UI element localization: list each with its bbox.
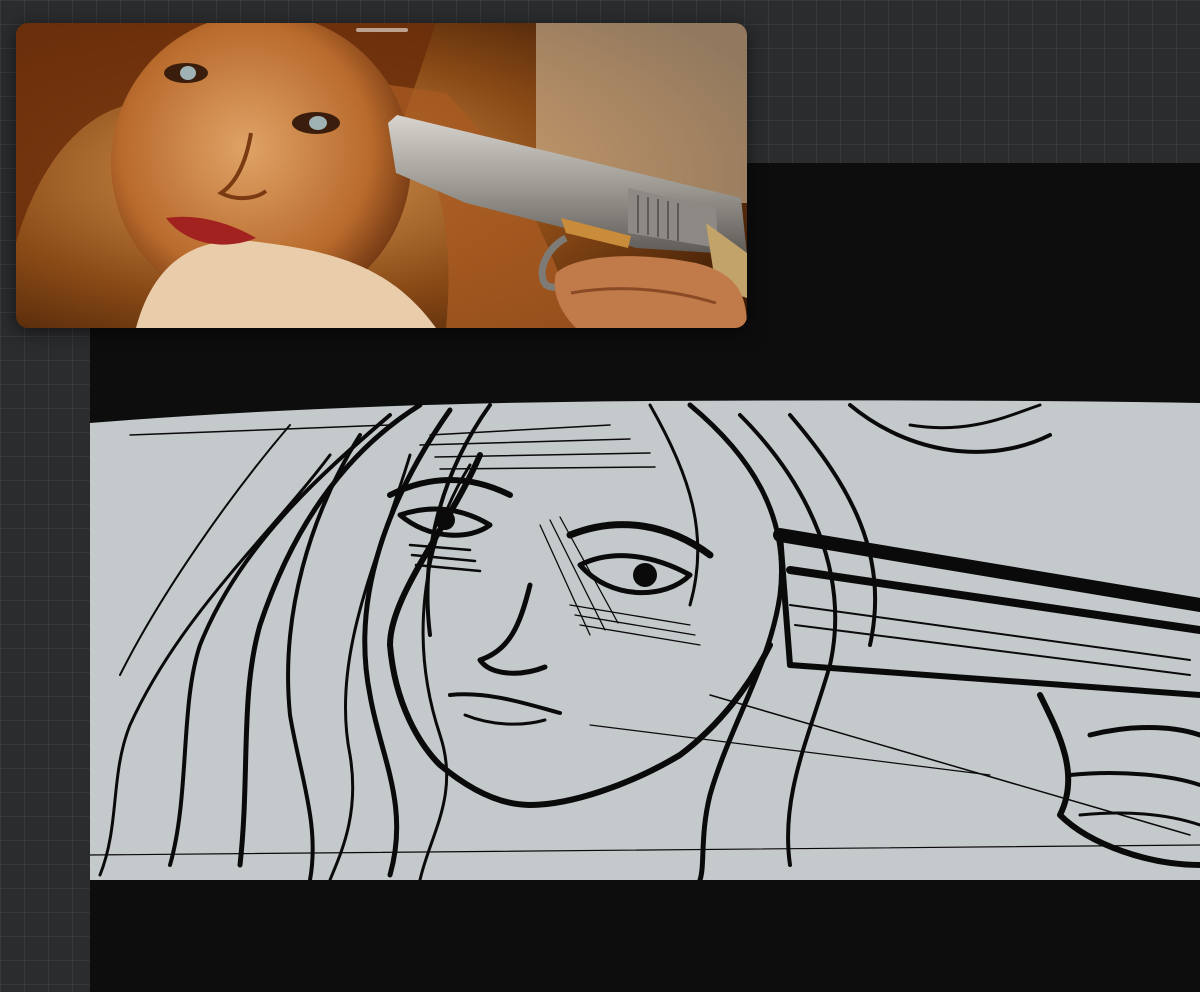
- reference-image-window[interactable]: [16, 23, 747, 328]
- reference-image: [16, 23, 747, 328]
- sketch-artwork: [90, 400, 1200, 880]
- drag-handle-icon[interactable]: [355, 28, 408, 32]
- storyboard-sketch[interactable]: [90, 395, 1200, 880]
- drawing-app-workspace: [0, 0, 1200, 992]
